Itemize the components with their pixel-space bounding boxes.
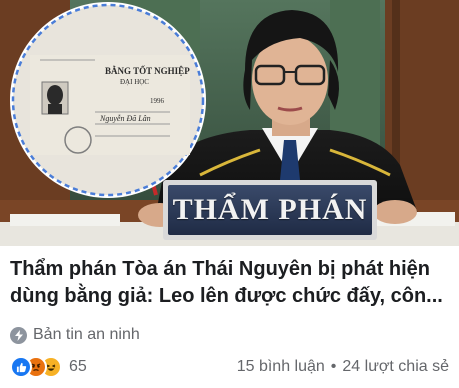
comments-count-link[interactable]: 15 bình luận xyxy=(237,358,325,376)
like-reaction-icon xyxy=(10,356,32,378)
certificate-signature: Nguyễn Đã Lân xyxy=(100,114,151,123)
stats-separator: • xyxy=(330,358,337,375)
post-headline[interactable]: Thẩm phán Tòa án Thái Nguyên bị phát hiệ… xyxy=(10,256,452,310)
lightning-icon xyxy=(10,326,27,344)
reactions-count: 65 xyxy=(69,358,87,375)
certificate-subtitle: ĐẠI HỌC xyxy=(120,78,149,86)
source-name: Bản tin an ninh xyxy=(33,326,140,343)
shares-count-link[interactable]: 24 lượt chia sẻ xyxy=(342,358,449,376)
post-stats-bar: 65 15 bình luận • 24 lượt chia sẻ xyxy=(10,355,449,379)
certificate-title: BẰNG TỐT NGHIỆP xyxy=(105,66,190,76)
post-source[interactable]: Bản tin an ninh xyxy=(10,325,140,345)
certificate-year: 1996 xyxy=(150,97,164,105)
nameplate-text: THẨM PHÁN xyxy=(172,193,368,226)
reactions-summary[interactable]: 65 xyxy=(10,356,87,378)
article-thumbnail[interactable]: BẰNG TỐT NGHIỆP ĐẠI HỌC 1996 Nguyễn Đã L… xyxy=(0,0,459,246)
